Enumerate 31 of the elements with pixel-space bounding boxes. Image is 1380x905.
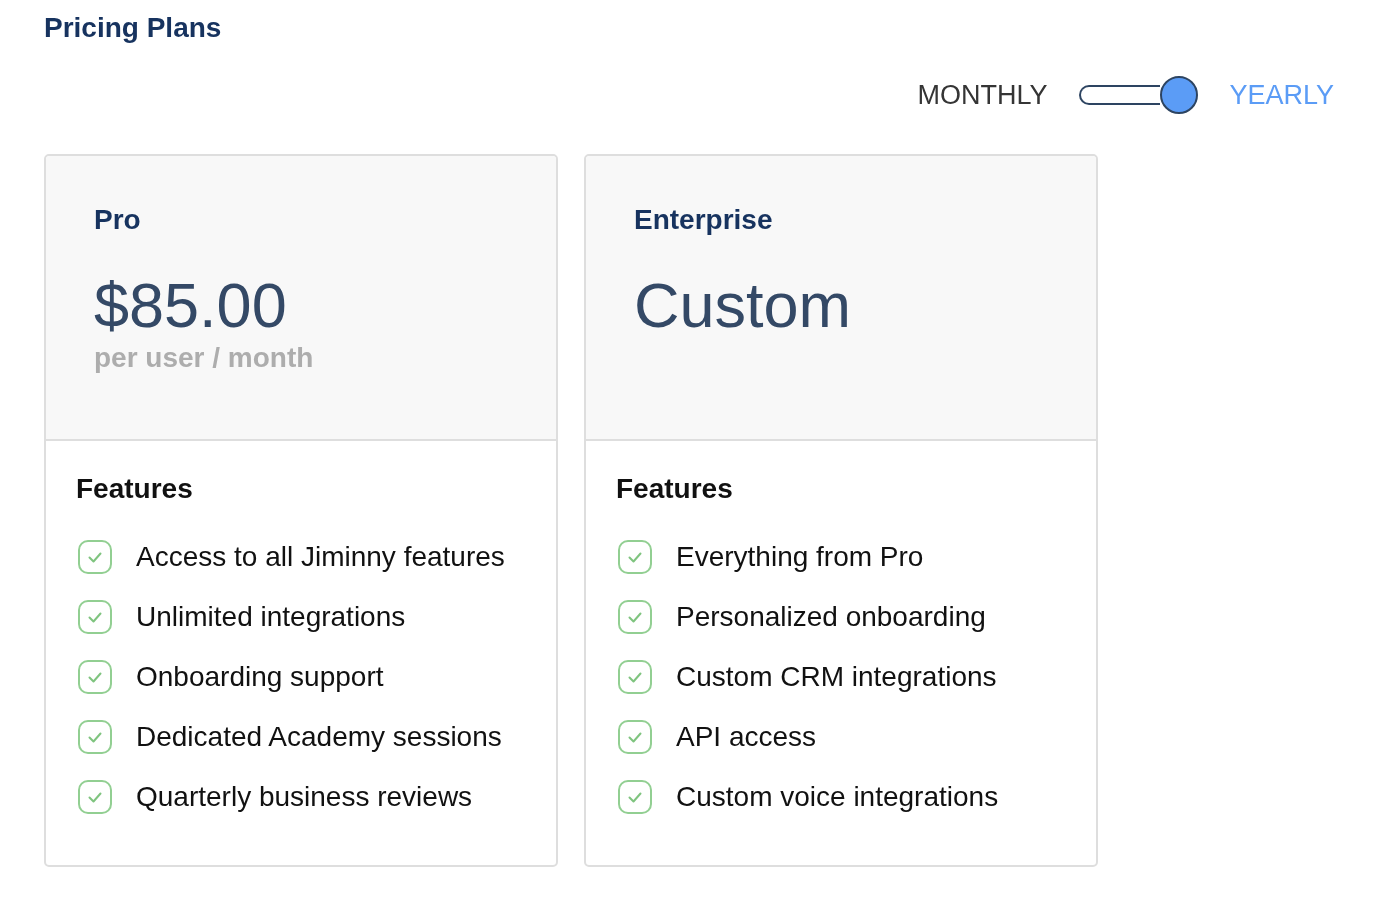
check-icon <box>78 600 112 634</box>
check-icon <box>78 780 112 814</box>
toggle-knob[interactable] <box>1160 76 1199 114</box>
plan-name: Pro <box>94 204 141 236</box>
feature-text: API access <box>676 721 817 753</box>
billing-period-label[interactable]: MONTHLY <box>917 79 1048 111</box>
plan-price: Custom <box>634 274 852 337</box>
feature-text: Everything from Pro <box>676 541 924 573</box>
feature-text: Onboarding support <box>136 661 384 693</box>
toggle-track[interactable] <box>1079 85 1161 105</box>
check-icon <box>78 540 112 574</box>
check-icon <box>618 660 652 694</box>
check-icon <box>78 720 112 754</box>
check-icon <box>618 600 652 634</box>
features-heading: Features <box>76 473 193 505</box>
page-title: Pricing Plans <box>44 12 222 44</box>
check-icon <box>78 660 112 694</box>
feature-text: Unlimited integrations <box>136 601 406 633</box>
feature-text: Personalized onboarding <box>676 601 986 633</box>
feature-text: Custom voice integrations <box>676 781 999 813</box>
feature-text: Quarterly business reviews <box>136 781 473 813</box>
feature-text: Custom CRM integrations <box>676 661 997 693</box>
features-heading: Features <box>616 473 733 505</box>
feature-text: Dedicated Academy sessions <box>136 721 502 753</box>
check-icon <box>618 780 652 814</box>
plan-price: $85.00 <box>94 274 287 337</box>
plan-name: Enterprise <box>634 204 773 236</box>
check-icon <box>618 540 652 574</box>
price-period: per user / month <box>94 342 314 374</box>
feature-text: Access to all Jiminny features <box>136 541 505 573</box>
check-icon <box>618 720 652 754</box>
